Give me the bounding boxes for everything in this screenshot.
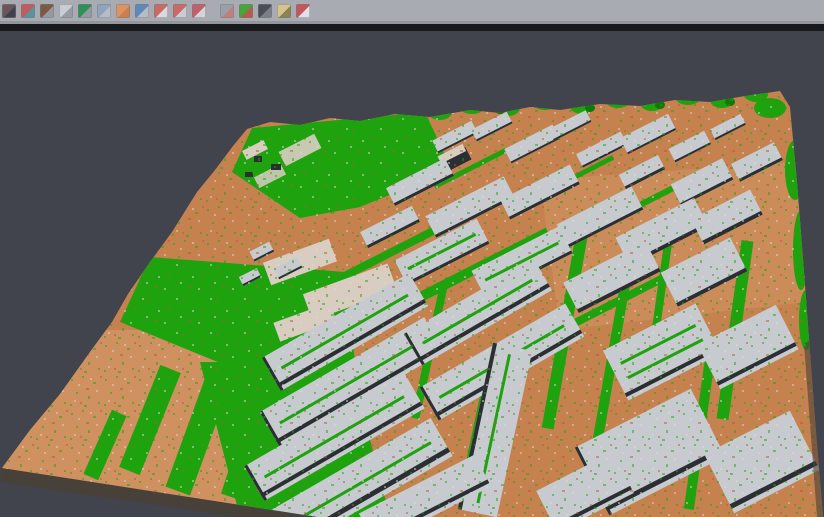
point-cloud-icon[interactable]: [59, 4, 73, 18]
viewport-3d[interactable]: [0, 31, 824, 517]
toolbar: [0, 0, 824, 24]
texture-icon[interactable]: [220, 4, 234, 18]
remove-points-icon[interactable]: [296, 4, 310, 18]
classification-icon[interactable]: [239, 4, 253, 18]
globe-icon[interactable]: [135, 4, 149, 18]
terrain-icon[interactable]: [40, 4, 54, 18]
zoom-extents-icon[interactable]: [192, 4, 206, 18]
profile-icon[interactable]: [97, 4, 111, 18]
target-icon[interactable]: [173, 4, 187, 18]
contours-icon[interactable]: [154, 4, 168, 18]
orthophoto-icon[interactable]: [116, 4, 130, 18]
toolbar-bottom-strip: [0, 24, 824, 31]
align-points-icon[interactable]: [21, 4, 35, 18]
speckle-noise: [0, 31, 824, 517]
point-cloud-scene: [0, 31, 824, 517]
gcp-markers-icon[interactable]: [277, 4, 291, 18]
dem-surface-icon[interactable]: [78, 4, 92, 18]
terrain-model: [0, 31, 824, 517]
open-mesh-icon[interactable]: [2, 4, 16, 18]
render-sphere-icon[interactable]: [258, 4, 272, 18]
toolbar-icons: [2, 4, 310, 18]
